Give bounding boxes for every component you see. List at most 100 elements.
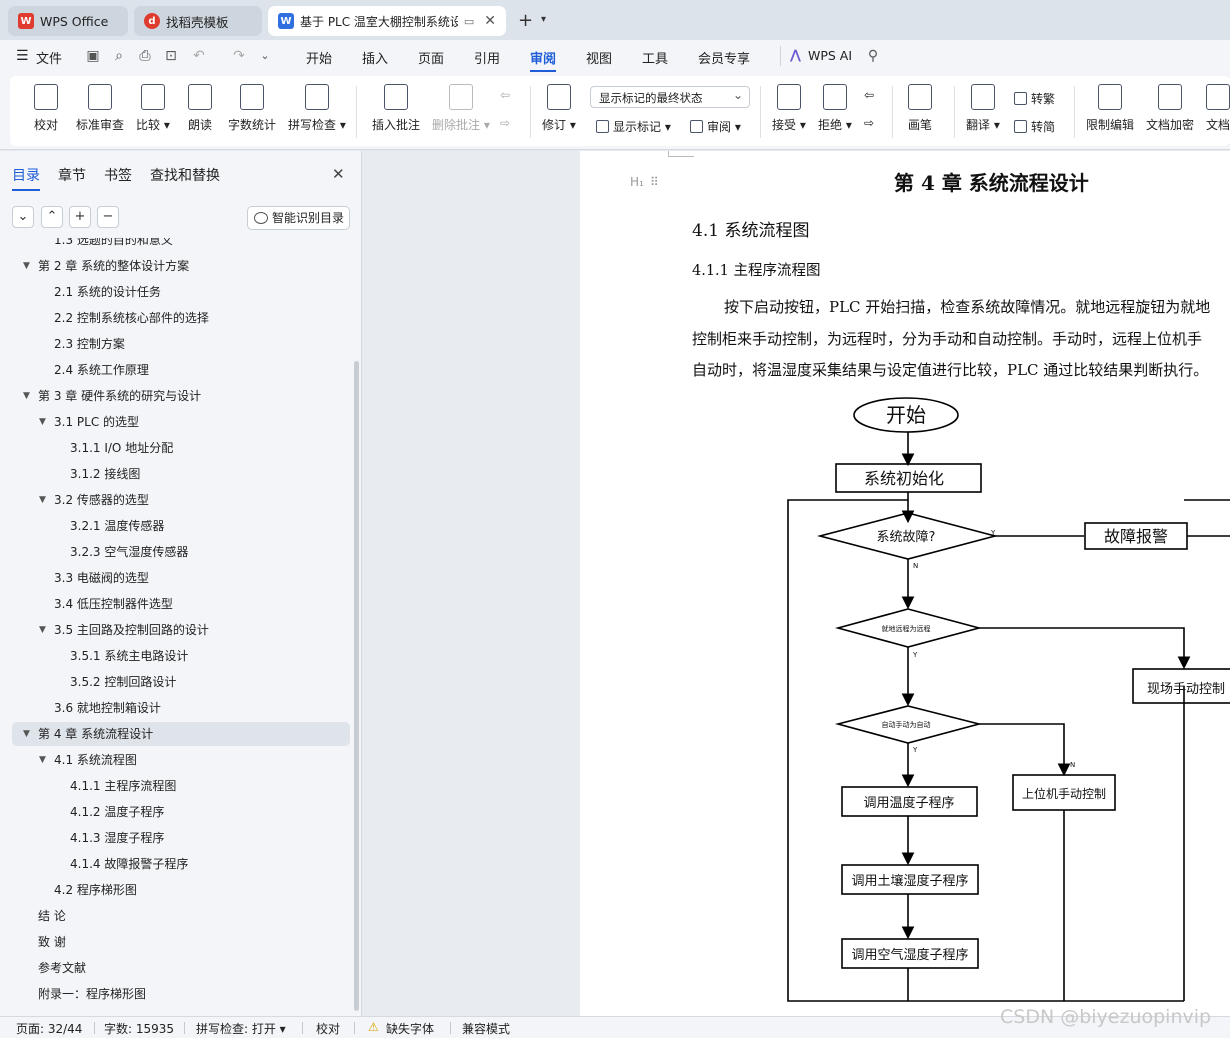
toc-item[interactable]: 致 谢 <box>0 930 350 954</box>
expand-arrow-icon[interactable]: ▼ <box>39 410 46 434</box>
toc-item[interactable]: ▼ 4.1 系统流程图 <box>0 748 350 772</box>
toc-item[interactable]: 4.1.3 湿度子程序 <box>0 826 350 850</box>
missing-font-indicator[interactable]: 缺失字体 <box>386 1020 434 1037</box>
toc-item[interactable]: ▼ 第 3 章 硬件系统的研究与设计 <box>0 384 350 408</box>
document-page[interactable]: H₁ ⠿ 第 4 章 系统流程设计 4.1 系统流程图 4.1.1 主程序流程图… <box>580 151 1230 1016</box>
expand-up-button[interactable]: ⌃ <box>41 206 63 228</box>
word-count-indicator[interactable]: 字数: 15935 <box>104 1020 174 1037</box>
pen-button[interactable]: 画笔 <box>908 84 932 133</box>
menu-tools[interactable]: 工具 <box>642 48 668 67</box>
toc-item[interactable]: 2.2 控制系统核心部件的选择 <box>0 306 350 330</box>
review-pane-button[interactable]: 审阅 ▾ <box>690 118 741 135</box>
nav-tab-bookmarks[interactable]: 书签 <box>104 165 132 185</box>
new-tab-icon[interactable]: + <box>518 10 533 31</box>
toc-item[interactable]: 4.1.2 温度子程序 <box>0 800 350 824</box>
menu-member[interactable]: 会员专享 <box>698 48 750 67</box>
prev-change-icon[interactable]: ⇦ <box>864 88 874 102</box>
toc-item[interactable]: 3.5.2 控制回路设计 <box>0 670 350 694</box>
toc-item[interactable]: 3.2.1 温度传感器 <box>0 514 350 538</box>
page-indicator[interactable]: 页面: 32/44 <box>16 1020 82 1037</box>
hamburger-icon[interactable]: ☰ <box>16 48 29 64</box>
menu-page[interactable]: 页面 <box>418 48 444 67</box>
nav-tab-toc[interactable]: 目录 <box>12 165 40 191</box>
proofread-button[interactable]: 校对 <box>34 84 58 133</box>
expand-arrow-icon[interactable]: ▼ <box>23 722 30 746</box>
toc-item[interactable]: 参考文献 <box>0 956 350 980</box>
toc-item[interactable]: ▼ 3.1 PLC 的选型 <box>0 410 350 434</box>
toc-item[interactable]: 2.4 系统工作原理 <box>0 358 350 382</box>
standard-review-button[interactable]: 标准审查 <box>76 84 124 133</box>
restrict-edit-button[interactable]: 限制编辑 <box>1086 84 1134 133</box>
tab-templates[interactable]: d 找稻壳模板 <box>134 6 262 36</box>
doc-more-button[interactable]: 文档 <box>1206 84 1230 133</box>
toc-item[interactable]: 3.4 低压控制器件选型 <box>0 592 350 616</box>
reject-button[interactable]: 拒绝 ▾ <box>818 84 852 133</box>
translate-button[interactable]: 翻译 ▾ <box>966 84 1000 133</box>
save-icon[interactable]: ▣ <box>84 47 102 65</box>
toc-item[interactable]: 3.2.3 空气湿度传感器 <box>0 540 350 564</box>
menu-wps-ai[interactable]: WPS AI <box>808 48 852 63</box>
next-comment-icon[interactable]: ⇨ <box>500 116 510 130</box>
nav-tab-chapters[interactable]: 章节 <box>58 165 86 185</box>
undo-icon[interactable]: ↶ <box>190 47 208 65</box>
menu-insert[interactable]: 插入 <box>362 48 388 67</box>
expand-arrow-icon[interactable]: ▼ <box>23 254 30 278</box>
redo-icon[interactable]: ↷ <box>230 47 248 65</box>
smart-toc-button[interactable]: 智能识别目录 <box>247 206 350 230</box>
menu-review[interactable]: 审阅 <box>530 48 557 72</box>
spell-check-indicator[interactable]: 拼写检查: 打开 ▾ <box>196 1020 286 1037</box>
compare-button[interactable]: 比较 ▾ <box>136 84 170 133</box>
doc-encrypt-button[interactable]: 文档加密 <box>1146 84 1194 133</box>
proof-indicator[interactable]: 校对 <box>316 1020 340 1037</box>
print-icon[interactable]: ⎙ <box>136 47 154 65</box>
toc-item[interactable]: 3.1.2 接线图 <box>0 462 350 486</box>
toc-item[interactable]: 附录一：程序梯形图 <box>0 982 350 1006</box>
toc-item[interactable]: 4.1.1 主程序流程图 <box>0 774 350 798</box>
toc-item[interactable]: ▼ 第 2 章 系统的整体设计方案 <box>0 254 350 278</box>
print-preview-icon[interactable]: ⊡ <box>162 47 180 65</box>
tab-list-chevron-icon[interactable]: ▾ <box>541 14 546 25</box>
toc-item[interactable]: ▼ 3.5 主回路及控制回路的设计 <box>0 618 350 642</box>
word-count-button[interactable]: 字数统计 <box>228 84 276 133</box>
expand-arrow-icon[interactable]: ▼ <box>39 748 46 772</box>
menu-file[interactable]: 文件 <box>36 48 62 67</box>
show-markup-button[interactable]: 显示标记 ▾ <box>596 118 671 135</box>
more-chevron-icon[interactable]: ⌄ <box>256 47 274 65</box>
delete-comment-button[interactable]: 删除批注 ▾ <box>432 84 490 133</box>
toc-item[interactable]: ▼ 3.2 传感器的选型 <box>0 488 350 512</box>
menu-reference[interactable]: 引用 <box>474 48 500 67</box>
spell-check-button[interactable]: 拼写检查 ▾ <box>288 84 346 133</box>
insert-comment-button[interactable]: 插入批注 <box>372 84 420 133</box>
toc-item[interactable]: 4.1.4 故障报警子程序 <box>0 852 350 876</box>
next-change-icon[interactable]: ⇨ <box>864 116 874 130</box>
screen-icon[interactable]: ▭ <box>464 15 474 28</box>
menu-start[interactable]: 开始 <box>306 48 332 67</box>
compat-mode-indicator[interactable]: 兼容模式 <box>462 1020 510 1037</box>
toc-scrollbar[interactable] <box>354 361 359 1011</box>
toc-item[interactable]: 3.6 就地控制箱设计 <box>0 696 350 720</box>
toc-item[interactable]: 3.5.1 系统主电路设计 <box>0 644 350 668</box>
toc-item[interactable]: 2.3 控制方案 <box>0 332 350 356</box>
add-heading-button[interactable]: + <box>69 206 91 228</box>
to-traditional-button[interactable]: 转繁 <box>1014 90 1055 107</box>
nav-tab-find-replace[interactable]: 查找和替换 <box>150 165 220 185</box>
share-icon[interactable]: ⌕ <box>110 47 128 65</box>
collapse-all-button[interactable]: ⌄ <box>12 206 34 228</box>
close-tab-icon[interactable]: ✕ <box>484 13 496 29</box>
toc-item[interactable]: 4.2 程序梯形图 <box>0 878 350 902</box>
read-aloud-button[interactable]: 朗读 <box>188 84 212 133</box>
tab-document[interactable]: W 基于 PLC 温室大棚控制系统设计 ▭ ✕ <box>268 6 506 36</box>
menu-view[interactable]: 视图 <box>586 48 612 67</box>
toc-item[interactable]: 3.3 电磁阀的选型 <box>0 566 350 590</box>
markup-state-select[interactable]: 显示标记的最终状态 ⌄ <box>590 86 750 108</box>
accept-button[interactable]: 接受 ▾ <box>772 84 806 133</box>
toc-item[interactable]: ▼ 第 4 章 系统流程设计 <box>12 722 350 746</box>
expand-arrow-icon[interactable]: ▼ <box>39 488 46 512</box>
tab-wps-office[interactable]: W WPS Office <box>8 6 128 36</box>
expand-arrow-icon[interactable]: ▼ <box>39 618 46 642</box>
track-changes-button[interactable]: 修订 ▾ <box>542 84 576 133</box>
remove-heading-button[interactable]: − <box>97 206 119 228</box>
toc-item[interactable]: 2.1 系统的设计任务 <box>0 280 350 304</box>
close-pane-icon[interactable]: ✕ <box>332 165 345 183</box>
toc-item[interactable]: 结 论 <box>0 904 350 928</box>
